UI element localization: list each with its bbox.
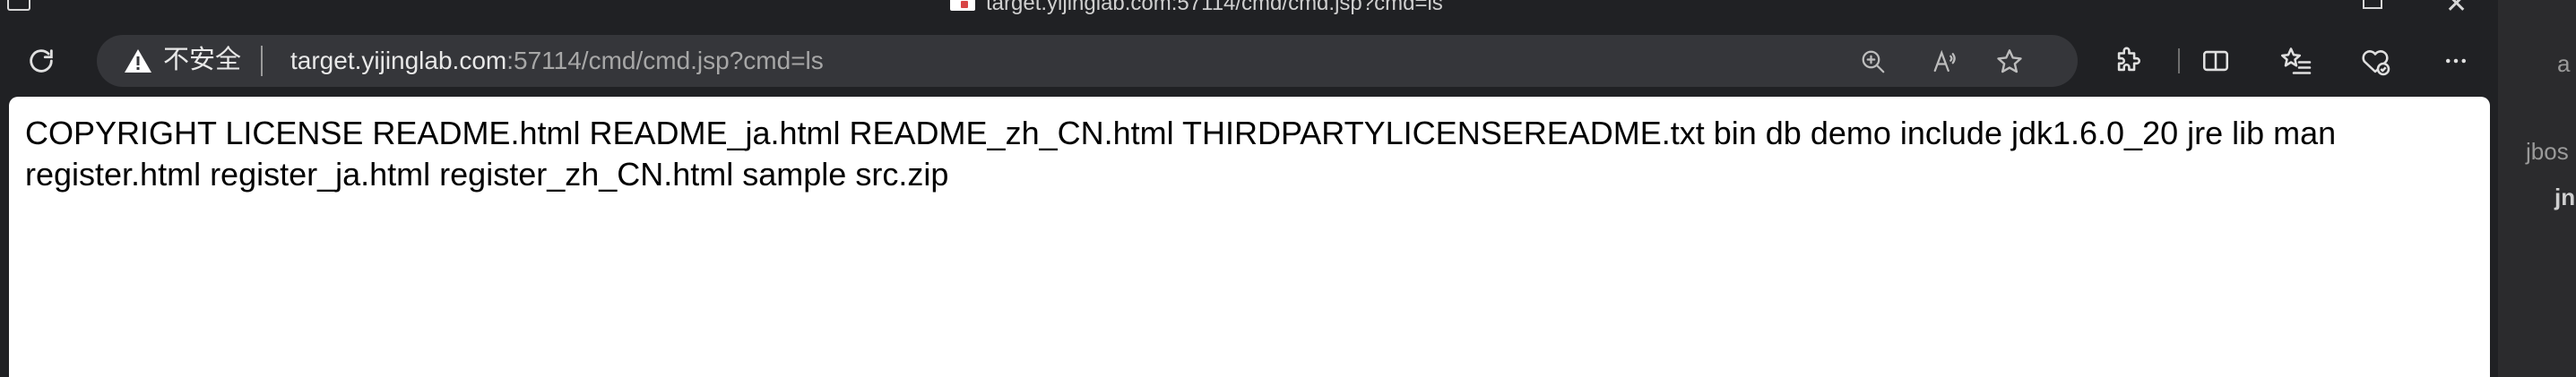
split-screen-button[interactable]	[2196, 41, 2235, 81]
title-bar: target.yijinglab.com:57114/cmd/cmd.jsp?c…	[0, 0, 2498, 18]
tab-actions-icon[interactable]	[7, 0, 30, 11]
zoom-button[interactable]	[1857, 46, 1889, 78]
toolbar-divider	[2178, 48, 2180, 73]
split-screen-icon	[2202, 50, 2229, 72]
favicon-icon	[950, 0, 975, 11]
active-tab[interactable]: target.yijinglab.com:57114/cmd/cmd.jsp?c…	[950, 0, 1443, 16]
extensions-button[interactable]	[2108, 41, 2148, 81]
side-panel: a jbos jn	[2498, 0, 2576, 377]
read-aloud-button[interactable]	[1929, 46, 1961, 78]
command-output: COPYRIGHT LICENSE README.html README_ja.…	[25, 115, 2337, 193]
browser-essentials-button[interactable]	[2356, 41, 2395, 81]
browser-window: target.yijinglab.com:57114/cmd/cmd.jsp?c…	[0, 0, 2576, 377]
url-path: :57114/cmd/cmd.jsp?cmd=ls	[506, 47, 824, 74]
side-panel-mark: a	[2557, 50, 2571, 77]
browser-toolbar: 不安全 target.yijinglab.com:57114/cmd/cmd.j…	[0, 18, 2498, 104]
address-bar[interactable]: 不安全 target.yijinglab.com:57114/cmd/cmd.j…	[97, 35, 2078, 87]
more-button[interactable]	[2436, 41, 2476, 81]
browser-essentials-icon	[2362, 50, 2390, 76]
page-content: COPYRIGHT LICENSE README.html README_ja.…	[9, 97, 2490, 377]
tab-title: target.yijinglab.com:57114/cmd/cmd.jsp?c…	[986, 0, 1443, 15]
extensions-icon	[2117, 47, 2140, 72]
refresh-icon	[30, 49, 53, 73]
warning-icon[interactable]	[124, 48, 152, 73]
read-aloud-icon	[1933, 49, 1956, 73]
side-panel-text-bold: jn	[2554, 184, 2576, 210]
divider	[261, 46, 263, 76]
close-window-icon[interactable]: ✕	[2445, 0, 2468, 18]
refresh-button[interactable]	[22, 41, 61, 81]
restore-window-icon[interactable]	[2363, 0, 2382, 9]
security-label[interactable]: 不安全	[163, 45, 241, 75]
zoom-in-icon	[1862, 50, 1885, 73]
add-favorite-icon	[1997, 49, 2022, 73]
add-favorite-button[interactable]	[1993, 46, 2026, 78]
url-host: target.yijinglab.com	[290, 47, 507, 74]
url-text[interactable]: target.yijinglab.com:57114/cmd/cmd.jsp?c…	[290, 47, 824, 75]
more-icon	[2446, 58, 2466, 64]
side-panel-text: jbos	[2526, 138, 2569, 165]
favorites-button[interactable]	[2277, 41, 2316, 81]
favorites-icon	[2280, 47, 2312, 74]
